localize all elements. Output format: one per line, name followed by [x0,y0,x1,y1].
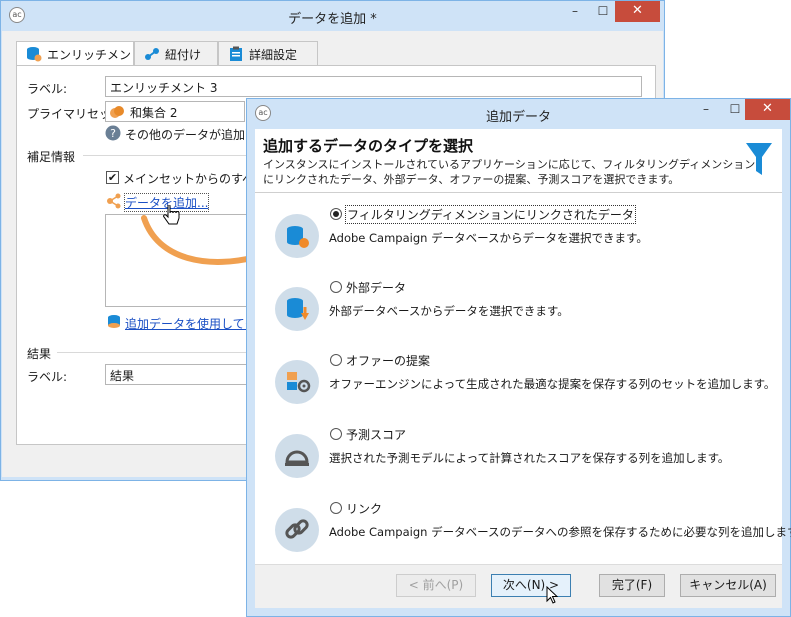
offer-icon [287,372,311,393]
database-import-icon [287,298,309,320]
option-filtering-dimension[interactable]: フィルタリングディメンションにリンクされたデータ Adobe Campaign … [265,205,775,266]
tab-advanced[interactable]: 詳細設定 [218,41,318,66]
option-icon-bg [275,287,319,331]
score-icon [285,450,309,466]
help-icon: ? [105,125,121,141]
link-nodes-icon [145,48,159,60]
option-external-data-desc: 外部データベースからデータを選択できます。 [329,304,569,318]
option-external-data-label: 外部データ [346,281,407,295]
database-gear-icon [27,47,42,62]
cancel-button[interactable]: キャンセル(A) [680,574,776,597]
add-data-dialog: ac 追加データ – ☐ ✕ 追加するデータのタイプを選択 インスタンスにインス… [246,98,791,617]
radio-predictive-score[interactable] [330,428,342,440]
option-predictive-score-label: 予測スコア [346,428,407,442]
primary-set-value: 和集合 2 [130,106,178,120]
filter-funnel-icon [746,143,772,175]
option-offer-proposition[interactable]: オファーの提案 オファーエンジンによって生成された最適な提案を保存する列のセット… [265,352,775,412]
option-filtering-dimension-label: フィルタリングディメンションにリンクされたデータ [345,205,636,224]
radio-external-data[interactable] [330,281,342,293]
clipboard-icon [230,46,242,61]
database-small-icon [108,315,120,328]
dialog-header: 追加するデータのタイプを選択 インスタンスにインストールされているアプリケーショ… [255,129,782,194]
finish-button[interactable]: 完了(F) [599,574,665,597]
result-label-input[interactable]: 結果 [105,364,247,385]
radio-link[interactable] [330,502,342,514]
radio-filtering-dimension[interactable] [330,208,342,220]
tab-reconciliation-label: 紐付け [165,48,202,62]
tab-advanced-label: 詳細設定 [249,48,298,62]
tab-enrichment-label: エンリッチメント [47,48,144,62]
option-predictive-score[interactable]: 予測スコア 選択された予測モデルによって計算されたスコアを保存する列を追加します… [265,426,775,486]
option-filtering-dimension-desc: Adobe Campaign データベースからデータを選択できます。 [329,231,648,245]
tab-reconciliation[interactable]: 紐付け [134,41,218,66]
back-button[interactable]: < 前へ(P) [396,574,476,597]
primary-set-field[interactable]: 和集合 2 [105,101,245,122]
radio-offer-proposition[interactable] [330,354,342,366]
dialog-footer: < 前へ(P) 次へ(N) > 完了(F) キャンセル(A) [255,564,782,608]
option-external-data[interactable]: 外部データ 外部データベースからデータを選択できます。 [265,279,775,339]
section-result-divider [57,352,247,353]
close-button[interactable]: ✕ [615,1,660,22]
option-link-label: リンク [346,502,383,516]
union-set-icon [110,106,124,118]
section-extra-divider [83,155,248,156]
arrow-cursor-icon [546,586,558,604]
dialog-minimize-button[interactable]: – [692,99,720,120]
result-label-caption: ラベル: [27,370,68,384]
section-result: 結果 [27,347,52,361]
dialog-client: 追加するデータのタイプを選択 インスタンスにインストールされているアプリケーショ… [255,129,791,608]
option-offer-proposition-desc: オファーエンジンによって生成された最適な提案を保存する列のセットを追加します。 [329,377,776,391]
option-link[interactable]: リンク Adobe Campaign データベースのデータへの参照を保存するため… [265,500,791,560]
maximize-button[interactable]: ☐ [589,1,617,22]
section-extra-info: 補足情報 [27,150,76,164]
header-divider [255,192,782,193]
dialog-close-button[interactable]: ✕ [745,99,790,120]
option-icon-bg [275,434,319,478]
svg-text:?: ? [110,127,116,140]
database-orange-icon [287,226,309,248]
dialog-description: インスタンスにインストールされているアプリケーションに応じて、フィルタリングディ… [263,158,756,186]
include-all-checkbox[interactable]: ✔ [106,171,119,184]
label-input[interactable]: エンリッチメント 3 [105,76,642,97]
option-icon-bg [275,214,319,258]
option-link-desc: Adobe Campaign データベースのデータへの参照を保存するために必要な… [329,525,791,539]
option-offer-proposition-label: オファーの提案 [346,354,431,368]
label-caption: ラベル: [27,82,68,96]
dialog-heading: 追加するデータのタイプを選択 [263,137,474,155]
chain-link-icon [285,519,309,539]
option-icon-bg [275,360,319,404]
tab-enrichment[interactable]: エンリッチメント [16,41,143,67]
minimize-button[interactable]: – [561,1,589,22]
main-titlebar[interactable]: ac データを追加 * – ☐ ✕ [1,1,664,31]
dialog-titlebar[interactable]: ac 追加データ – ☐ ✕ [247,99,790,129]
add-data-icon [107,193,121,209]
next-button[interactable]: 次へ(N) > [491,574,571,597]
option-predictive-score-desc: 選択された予測モデルによって計算されたスコアを保存する列を追加します。 [329,451,730,465]
option-icon-bg [275,508,319,552]
